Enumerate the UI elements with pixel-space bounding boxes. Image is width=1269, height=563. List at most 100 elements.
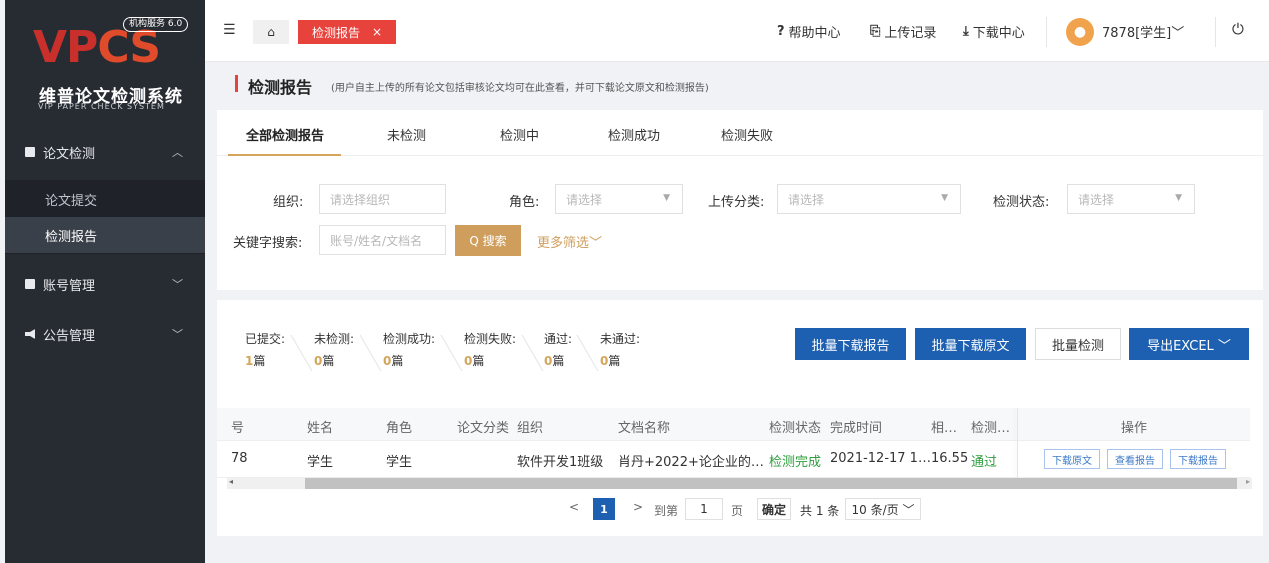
tab-not-checked[interactable]: 未检测 bbox=[387, 125, 426, 144]
menu-group-account[interactable]: 账号管理 ﹀ bbox=[5, 259, 205, 309]
org-select[interactable]: 请选择组织 bbox=[319, 184, 446, 214]
cell-role: 学生 bbox=[386, 455, 413, 470]
scrollbar-thumb[interactable] bbox=[305, 478, 1237, 489]
button-label: 批量下载报告 bbox=[811, 338, 890, 354]
divider bbox=[290, 334, 313, 372]
stat-not-passed: 未通过: 0篇 bbox=[600, 330, 640, 369]
chevron-down-icon: ﹀ bbox=[1171, 26, 1185, 41]
help-center-link[interactable]: ? 帮助中心 bbox=[777, 22, 841, 41]
download-center-link[interactable]: ⤓ 下载中心 bbox=[963, 22, 1025, 41]
column-header: 论文分类 bbox=[457, 421, 510, 436]
check-status-label: 检测状态: bbox=[993, 195, 1050, 210]
column-header: 操作 bbox=[1121, 421, 1148, 436]
menu-toggle-icon[interactable]: ☰ bbox=[223, 22, 236, 38]
close-icon[interactable]: × bbox=[372, 25, 382, 39]
download-center-label: 下载中心 bbox=[972, 26, 1025, 41]
column-header: 角色 bbox=[386, 421, 413, 436]
download-icon: ⤓ bbox=[963, 24, 969, 39]
menu-group-label: 账号管理 bbox=[43, 278, 96, 294]
button-label: 导出EXCEL ﹀ bbox=[1147, 338, 1231, 354]
batch-check-button[interactable]: 批量检测 bbox=[1035, 328, 1121, 360]
tab-label: 检测报告 bbox=[312, 25, 361, 40]
submenu-item-check-report[interactable]: 检测报告 bbox=[5, 217, 205, 253]
category-label: 上传分类: bbox=[708, 195, 765, 210]
goto-confirm-button[interactable]: 确定 bbox=[757, 498, 791, 520]
app-root: VPCS 机构服务 6.0 维普论文检测系统 VIP PAPER CHECK S… bbox=[0, 0, 1269, 563]
caret-down-icon: ▼ bbox=[1175, 193, 1182, 203]
download-original-button[interactable]: 下载原文 bbox=[1044, 449, 1100, 469]
scroll-right-icon[interactable]: ▸ bbox=[1246, 477, 1250, 486]
scroll-left-icon[interactable]: ◂ bbox=[229, 477, 233, 486]
status-tabs: 全部检测报告 未检测 检测中 检测成功 检测失败 bbox=[217, 110, 1263, 156]
stat-unit: 篇 bbox=[391, 354, 404, 368]
batch-download-report-button[interactable]: 批量下载报告 bbox=[795, 328, 906, 360]
total-count: 共 1 条 bbox=[800, 504, 840, 518]
tab-all-reports[interactable]: 全部检测报告 bbox=[246, 125, 324, 144]
home-tab[interactable]: ⌂ bbox=[253, 20, 289, 44]
stat-label: 通过: bbox=[544, 332, 573, 346]
submenu-item-label: 检测报告 bbox=[45, 229, 98, 245]
org-label: 组织: bbox=[273, 195, 304, 210]
avatar[interactable]: ● bbox=[1066, 18, 1094, 46]
check-status-select[interactable]: 请选择 ▼ bbox=[1067, 184, 1195, 214]
menu-group-notice[interactable]: 公告管理 ﹀ bbox=[5, 309, 205, 359]
megaphone-icon bbox=[25, 329, 35, 339]
table-header: 号 姓名 角色 论文分类 组织 文档名称 检测状态 完成时间 相… 检测… 操作 bbox=[217, 408, 1250, 441]
button-label: 下载报告 bbox=[1178, 455, 1218, 467]
account-icon bbox=[25, 279, 35, 289]
export-excel-button[interactable]: 导出EXCEL ﹀ bbox=[1129, 328, 1249, 360]
page-number-current[interactable]: 1 bbox=[593, 498, 615, 520]
goto-page-input[interactable]: 1 bbox=[685, 498, 723, 520]
page-description: (用户自主上传的所有论文包括审核论文均可在此查看，并可下载论文原文和检测报告) bbox=[331, 83, 709, 94]
cell-result: 通过 bbox=[971, 455, 998, 470]
sidebar: VPCS 机构服务 6.0 维普论文检测系统 VIP PAPER CHECK S… bbox=[5, 0, 205, 563]
keyword-label: 关键字搜索: bbox=[233, 236, 303, 251]
caret-down-icon: ▼ bbox=[663, 193, 670, 203]
search-button[interactable]: Q 搜索 bbox=[455, 225, 521, 256]
keyword-input[interactable]: 账号/姓名/文档名 bbox=[319, 225, 446, 255]
submenu-item-paper-submit[interactable]: 论文提交 bbox=[5, 181, 205, 217]
table-row[interactable]: 78 学生 学生 软件开发1班级 肖丹+2022+论企业的… 检测完成 2021… bbox=[217, 441, 1250, 478]
menu-group-paper-check[interactable]: 论文检测 ︿ bbox=[5, 127, 205, 177]
next-page-icon[interactable]: > bbox=[633, 500, 643, 514]
tab-check-success[interactable]: 检测成功 bbox=[608, 125, 660, 144]
role-select[interactable]: 请选择 ▼ bbox=[555, 184, 683, 214]
more-filters-toggle[interactable]: 更多筛选﹀ bbox=[537, 232, 602, 251]
category-select[interactable]: 请选择 ▼ bbox=[777, 184, 961, 214]
page-number-label: 1 bbox=[600, 502, 608, 516]
stat-passed: 通过: 0篇 bbox=[544, 330, 572, 369]
tab-check-failed[interactable]: 检测失败 bbox=[721, 125, 773, 144]
view-report-button[interactable]: 查看报告 bbox=[1107, 449, 1163, 469]
prev-page-icon[interactable]: < bbox=[569, 500, 579, 514]
download-report-button[interactable]: 下载报告 bbox=[1170, 449, 1226, 469]
stat-not-checked: 未检测: 0篇 bbox=[314, 330, 354, 369]
stat-unit: 篇 bbox=[608, 354, 621, 368]
button-label: 下载原文 bbox=[1052, 455, 1092, 467]
stat-unit: 篇 bbox=[322, 354, 335, 368]
button-label: 批量检测 bbox=[1051, 338, 1104, 354]
page-size-select[interactable]: 10 条/页 ﹀ bbox=[845, 498, 921, 520]
user-menu[interactable]: 7878[学生] ﹀ bbox=[1102, 22, 1184, 41]
cell-finish-time: 2021-12-17 1… bbox=[830, 451, 931, 466]
keyword-placeholder: 账号/姓名/文档名 bbox=[330, 233, 423, 248]
upload-records-link[interactable]: ⎘ 上传记录 bbox=[870, 22, 936, 41]
fixed-column-divider bbox=[1017, 408, 1018, 478]
divider bbox=[576, 334, 599, 372]
column-header: 相… bbox=[931, 421, 958, 436]
column-header: 检测… bbox=[971, 421, 1011, 436]
org-placeholder: 请选择组织 bbox=[330, 192, 391, 207]
menu-group-label: 论文检测 bbox=[43, 146, 96, 162]
column-header: 检测状态 bbox=[769, 421, 822, 436]
batch-download-original-button[interactable]: 批量下载原文 bbox=[915, 328, 1026, 360]
cell-name: 学生 bbox=[307, 455, 334, 470]
horizontal-scrollbar[interactable]: ◂ ▸ bbox=[227, 477, 1252, 489]
logo-badge: 机构服务 6.0 bbox=[123, 17, 189, 32]
stat-check-failed: 检测失败: 0篇 bbox=[464, 330, 516, 369]
power-icon[interactable]: ⏻ bbox=[1232, 20, 1244, 38]
cell-id: 78 bbox=[231, 451, 248, 466]
filter-card: 全部检测报告 未检测 检测中 检测成功 检测失败 组织: 请选择组织 角色: 请… bbox=[217, 110, 1263, 290]
tab-check-report[interactable]: 检测报告 × bbox=[298, 20, 396, 44]
tab-checking[interactable]: 检测中 bbox=[500, 125, 539, 144]
help-icon: ? bbox=[777, 24, 785, 39]
divider bbox=[440, 334, 463, 372]
